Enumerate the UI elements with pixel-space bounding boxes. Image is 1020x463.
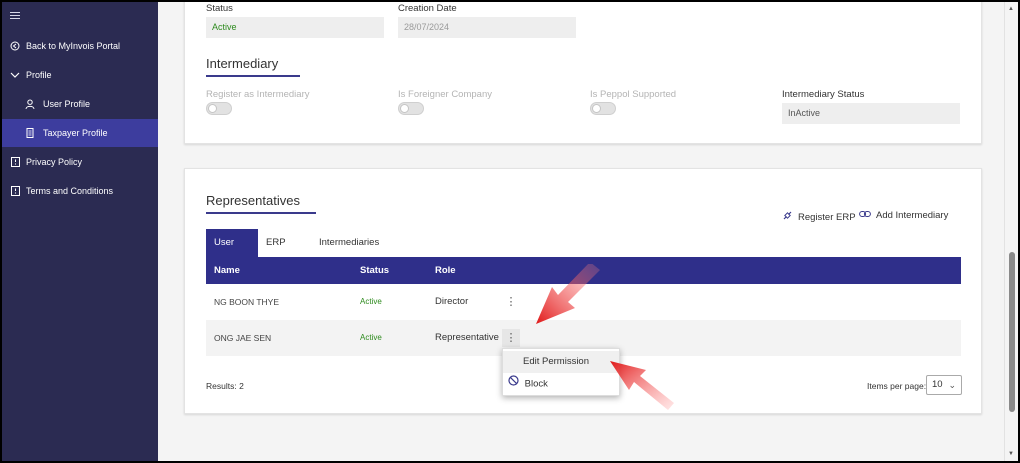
chain-link-icon xyxy=(859,210,871,221)
arrow-to-edit-permission-icon xyxy=(610,361,674,410)
tab-user[interactable]: User xyxy=(206,229,258,257)
add-intermediary-label: Add Intermediary xyxy=(876,210,949,221)
add-intermediary-button[interactable]: Add Intermediary xyxy=(859,210,948,221)
items-per-page-select[interactable]: 10 ⌄ xyxy=(926,375,962,395)
chevron-down-icon xyxy=(8,71,22,79)
column-header-name: Name xyxy=(214,265,240,276)
row-name: ONG JAE SEN xyxy=(214,333,272,343)
peppol-supported-toggle[interactable] xyxy=(590,102,616,115)
intermediary-status-field: InActive xyxy=(782,103,960,124)
foreigner-company-label: Is Foreigner Company xyxy=(398,89,492,100)
column-header-role: Role xyxy=(435,265,456,276)
taxpayer-details-card: Status Active Creation Date 28/07/2024 I… xyxy=(184,2,982,144)
sidebar-item-label: Terms and Conditions xyxy=(26,186,114,196)
tab-erp[interactable]: ERP xyxy=(258,229,294,257)
link-icon xyxy=(782,210,793,224)
document-icon xyxy=(8,186,22,196)
intermediary-section-title: Intermediary xyxy=(206,56,279,71)
building-icon xyxy=(23,128,37,138)
section-underline xyxy=(206,75,300,77)
main-content: Status Active Creation Date 28/07/2024 I… xyxy=(158,2,1004,461)
scroll-up-icon[interactable]: ▲ xyxy=(1008,6,1014,12)
creation-date-label: Creation Date xyxy=(398,3,457,14)
representatives-section-title: Representatives xyxy=(206,193,300,208)
user-icon xyxy=(23,99,37,109)
sidebar: Back to MyInvois Portal Profile User Pro… xyxy=(2,2,158,461)
register-erp-button[interactable]: Register ERP xyxy=(782,210,856,224)
row-status: Active xyxy=(360,333,382,342)
hamburger-menu-icon[interactable] xyxy=(10,12,20,20)
scrollbar-thumb[interactable] xyxy=(1009,252,1015,412)
sidebar-item-profile[interactable]: Profile xyxy=(2,61,158,89)
vertical-scrollbar[interactable]: ▲ ▼ xyxy=(1004,2,1018,461)
register-intermediary-label: Register as Intermediary xyxy=(206,89,310,100)
sidebar-item-taxpayer-profile[interactable]: Taxpayer Profile xyxy=(2,119,158,147)
peppol-supported-label: Is Peppol Supported xyxy=(590,89,677,100)
results-count: Results: 2 xyxy=(206,381,244,391)
section-underline xyxy=(206,212,316,214)
sidebar-item-back-to-portal[interactable]: Back to MyInvois Portal xyxy=(2,32,158,60)
sidebar-item-label: Profile xyxy=(26,70,52,80)
column-header-status: Status xyxy=(360,265,390,276)
app-window: Back to MyInvois Portal Profile User Pro… xyxy=(2,2,1018,461)
document-icon xyxy=(8,157,22,167)
row-name: NG BOON THYE xyxy=(214,297,280,307)
intermediary-status-label: Intermediary Status xyxy=(782,89,865,100)
sidebar-item-user-profile[interactable]: User Profile xyxy=(2,90,158,118)
chevron-down-icon: ⌄ xyxy=(948,380,956,390)
sidebar-item-label: Taxpayer Profile xyxy=(43,128,108,138)
back-circle-icon xyxy=(8,41,22,51)
tab-intermediaries[interactable]: Intermediaries xyxy=(311,229,387,257)
row-status: Active xyxy=(360,297,382,306)
register-intermediary-toggle[interactable] xyxy=(206,102,232,115)
foreigner-company-toggle[interactable] xyxy=(398,102,424,115)
items-per-page-value: 10 xyxy=(932,379,943,390)
creation-date-field: 28/07/2024 xyxy=(398,17,576,38)
sidebar-item-label: Back to MyInvois Portal xyxy=(26,41,121,51)
row-role: Representative xyxy=(435,332,499,343)
status-label: Status xyxy=(206,3,233,14)
register-erp-label: Register ERP xyxy=(798,211,856,223)
items-per-page-label: Items per page: xyxy=(867,381,927,391)
sidebar-item-label: User Profile xyxy=(43,99,91,109)
annotation-arrows xyxy=(536,264,674,410)
sidebar-item-terms-and-conditions[interactable]: Terms and Conditions xyxy=(2,177,158,205)
scroll-down-icon[interactable]: ▼ xyxy=(1008,451,1014,457)
sidebar-item-label: Privacy Policy xyxy=(26,157,83,167)
status-field: Active xyxy=(206,17,384,38)
row-role: Director xyxy=(435,296,469,307)
arrow-to-kebab-icon xyxy=(536,264,600,324)
sidebar-item-privacy-policy[interactable]: Privacy Policy xyxy=(2,148,158,176)
